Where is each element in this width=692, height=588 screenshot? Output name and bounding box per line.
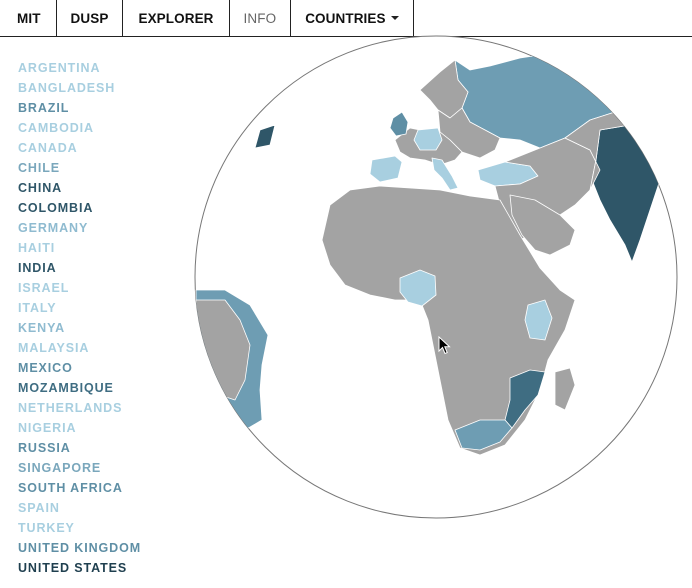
country-item[interactable]: COLOMBIA [18,198,141,218]
country-list: ARGENTINA BANGLADESH BRAZIL CAMBODIA CAN… [18,58,141,578]
country-spain[interactable] [369,155,403,183]
country-item[interactable]: CANADA [18,138,141,158]
page: MIT DUSP EXPLORER INFO COUNTRIES ARGENTI… [0,0,692,588]
country-item[interactable]: HAITI [18,238,141,258]
country-item[interactable]: MEXICO [18,358,141,378]
country-item[interactable]: CAMBODIA [18,118,141,138]
country-item[interactable]: SPAIN [18,498,141,518]
country-item[interactable]: NETHERLANDS [18,398,141,418]
country-item[interactable]: MOZAMBIQUE [18,378,141,398]
country-germany[interactable] [413,127,443,151]
country-item[interactable]: GERMANY [18,218,141,238]
country-item[interactable]: NIGERIA [18,418,141,438]
country-item[interactable]: INDIA [18,258,141,278]
country-item[interactable]: SOUTH AFRICA [18,478,141,498]
country-item[interactable]: ITALY [18,298,141,318]
country-item[interactable]: CHILE [18,158,141,178]
country-item[interactable]: ISRAEL [18,278,141,298]
country-item[interactable]: SINGAPORE [18,458,141,478]
country-item[interactable]: BRAZIL [18,98,141,118]
country-item[interactable]: ARGENTINA [18,58,141,78]
country-item[interactable]: TURKEY [18,518,141,538]
country-item[interactable]: UNITED STATES [18,558,141,578]
country-item[interactable]: CHINA [18,178,141,198]
country-item[interactable]: MALAYSIA [18,338,141,358]
country-item[interactable]: BANGLADESH [18,78,141,98]
country-item[interactable]: RUSSIA [18,438,141,458]
country-item[interactable]: UNITED KINGDOM [18,538,141,558]
mouse-pointer-icon [438,336,451,355]
country-item[interactable]: KENYA [18,318,141,338]
